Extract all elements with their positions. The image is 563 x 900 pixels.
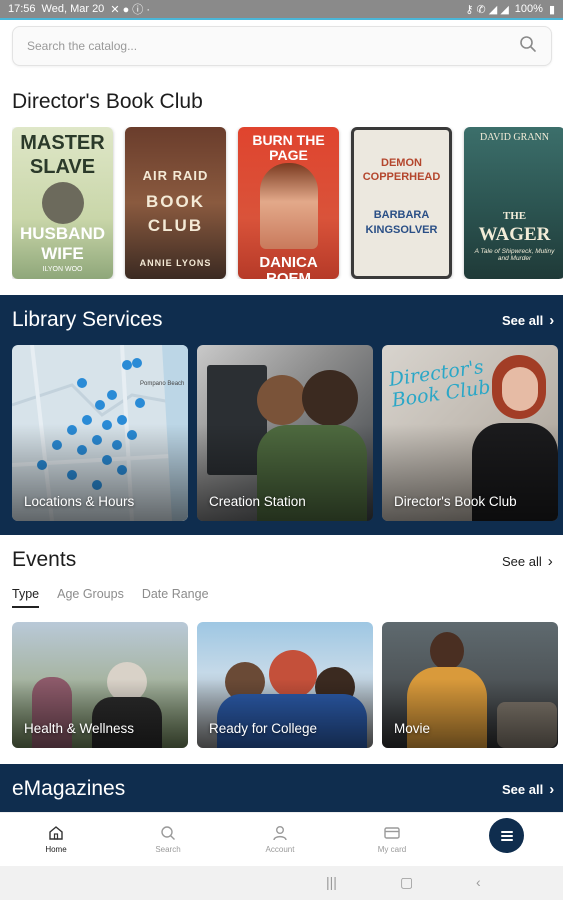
- card-ready-for-college[interactable]: Ready for College: [197, 622, 373, 748]
- book-author: BARBARA: [373, 209, 430, 221]
- chevron-right-icon: ›: [549, 312, 555, 329]
- book-cover-demon-copperhead[interactable]: DEMON COPPERHEAD BARBARA KINGSOLVER: [351, 127, 452, 279]
- book-title: DEMON: [381, 157, 422, 169]
- library-services-cards: Pompano Beach Locations & Hours Creation…: [12, 345, 558, 521]
- book-author: DAVID GRANN: [480, 132, 549, 143]
- book-title: THE: [502, 210, 527, 222]
- chevron-right-icon: ›: [547, 553, 553, 570]
- nav-label: Search: [155, 845, 181, 854]
- card-health-wellness[interactable]: Health & Wellness: [12, 622, 188, 748]
- card-label: Creation Station: [209, 494, 306, 509]
- library-services-see-all[interactable]: See all ›: [502, 312, 554, 329]
- book-author: ILYON WOO: [42, 266, 83, 273]
- card-creation-station[interactable]: Creation Station: [197, 345, 373, 521]
- book-title: BOOK: [146, 192, 205, 211]
- book-club-title: Director's Book Club: [12, 90, 203, 113]
- battery-level: 100%: [514, 3, 543, 15]
- search-icon[interactable]: [519, 35, 537, 58]
- status-time: 17:56: [8, 3, 36, 15]
- card-label: Movie: [394, 721, 431, 736]
- menu-icon: [500, 830, 513, 841]
- card-label: Ready for College: [209, 721, 318, 736]
- book-title: CLUB: [147, 216, 204, 235]
- accent-line: [0, 18, 563, 20]
- map-place-label: Pompano Beach: [140, 381, 185, 387]
- see-all-label: See all: [502, 554, 542, 569]
- nav-search[interactable]: Search: [112, 813, 224, 865]
- tab-type[interactable]: Type: [12, 587, 40, 608]
- book-title: AIR RAID: [142, 168, 209, 183]
- book-carousel: MASTER SLAVE HUSBAND WIFE ILYON WOO AIR …: [12, 127, 563, 279]
- card-icon: [384, 827, 400, 839]
- events-cards: Health & Wellness Ready for College Movi…: [12, 622, 558, 748]
- see-all-label: See all: [502, 782, 544, 797]
- search-input[interactable]: [27, 39, 519, 53]
- book-title: MASTER: [20, 132, 105, 154]
- card-movie[interactable]: Movie: [382, 622, 558, 748]
- card-shade: [12, 678, 188, 748]
- system-navigation-bar: ||| ▢ ‹: [0, 866, 563, 900]
- card-label: Director's Book Club: [394, 494, 517, 509]
- library-services-title: Library Services: [12, 308, 163, 331]
- bottom-navigation: Home Search Account My card: [0, 812, 563, 865]
- book-cover-burn-the-page[interactable]: BURN THE PAGE DANICA ROEM: [238, 127, 339, 279]
- emagazines-see-all[interactable]: See all ›: [502, 781, 554, 798]
- card-label: Health & Wellness: [24, 721, 135, 736]
- person-image: [430, 632, 464, 670]
- book-cover-air-raid-book-club[interactable]: AIR RAID BOOK CLUB ANNIE LYONS: [125, 127, 226, 279]
- status-date: Wed, Mar 20: [41, 3, 105, 15]
- nav-home[interactable]: Home: [0, 813, 112, 865]
- nav-account[interactable]: Account: [224, 813, 336, 865]
- overlay-script-text: Director's Book Club: [387, 355, 492, 412]
- book-subtitle: A Tale of Shipwreck, Mutiny and Murder: [474, 248, 555, 262]
- chevron-right-icon: ›: [549, 781, 555, 798]
- nav-label: My card: [377, 845, 407, 854]
- menu-button[interactable]: [489, 818, 524, 853]
- card-shade: [197, 678, 373, 748]
- book-title: BURN THE PAGE: [252, 132, 325, 163]
- emagazines-title: eMagazines: [12, 777, 126, 800]
- recent-apps-icon[interactable]: |||: [326, 874, 337, 890]
- home-button-icon[interactable]: ▢: [400, 874, 413, 891]
- nav-label: Account: [265, 845, 295, 854]
- tab-age-groups[interactable]: Age Groups: [57, 587, 124, 608]
- tab-date-range[interactable]: Date Range: [142, 587, 209, 608]
- events-see-all[interactable]: See all ›: [502, 553, 553, 570]
- book-author: KINGSOLVER: [365, 224, 438, 236]
- signal-icons: ⚷ ✆ ◢ ◢: [465, 3, 509, 16]
- back-icon[interactable]: ‹: [476, 874, 481, 890]
- search-bar[interactable]: [12, 26, 552, 66]
- nav-my-card[interactable]: My card: [336, 813, 448, 865]
- portrait-image: [42, 182, 84, 224]
- book-cover-the-wager[interactable]: DAVID GRANN THE WAGER A Tale of Shipwrec…: [464, 127, 563, 279]
- person-face-image: [502, 367, 538, 411]
- events-filter-tabs: Type Age Groups Date Range: [12, 587, 209, 608]
- portrait-image: [260, 163, 318, 249]
- book-title: WIFE: [41, 244, 84, 263]
- events-title: Events: [12, 548, 77, 571]
- card-directors-book-club[interactable]: Director's Book Club Director's Book Clu…: [382, 345, 558, 521]
- book-title: COPPERHEAD: [362, 171, 441, 183]
- card-shade: [382, 678, 558, 748]
- card-locations-hours[interactable]: Pompano Beach Locations & Hours: [12, 345, 188, 521]
- book-author: ANNIE LYONS: [139, 258, 212, 268]
- book-author: DANICA ROEM: [259, 254, 318, 279]
- book-cover-master-slave[interactable]: MASTER SLAVE HUSBAND WIFE ILYON WOO: [12, 127, 113, 279]
- book-title: SLAVE: [29, 156, 96, 178]
- card-label: Locations & Hours: [24, 494, 135, 509]
- person-image: [302, 370, 358, 426]
- nav-label: Home: [45, 845, 67, 854]
- book-title: WAGER: [478, 224, 551, 245]
- see-all-label: See all: [502, 313, 544, 328]
- home-icon: [49, 826, 63, 840]
- status-bar: 17:56 Wed, Mar 20 ✕ ● ⓘ · ⚷ ✆ ◢ ◢ 100% ▮: [0, 0, 563, 18]
- person-image: [257, 375, 307, 425]
- account-icon: [273, 826, 287, 841]
- book-title: HUSBAND: [20, 224, 105, 243]
- notification-icons: ✕ ● ⓘ ·: [110, 4, 151, 16]
- battery-icon: ▮: [548, 3, 555, 16]
- search-icon: [161, 826, 175, 840]
